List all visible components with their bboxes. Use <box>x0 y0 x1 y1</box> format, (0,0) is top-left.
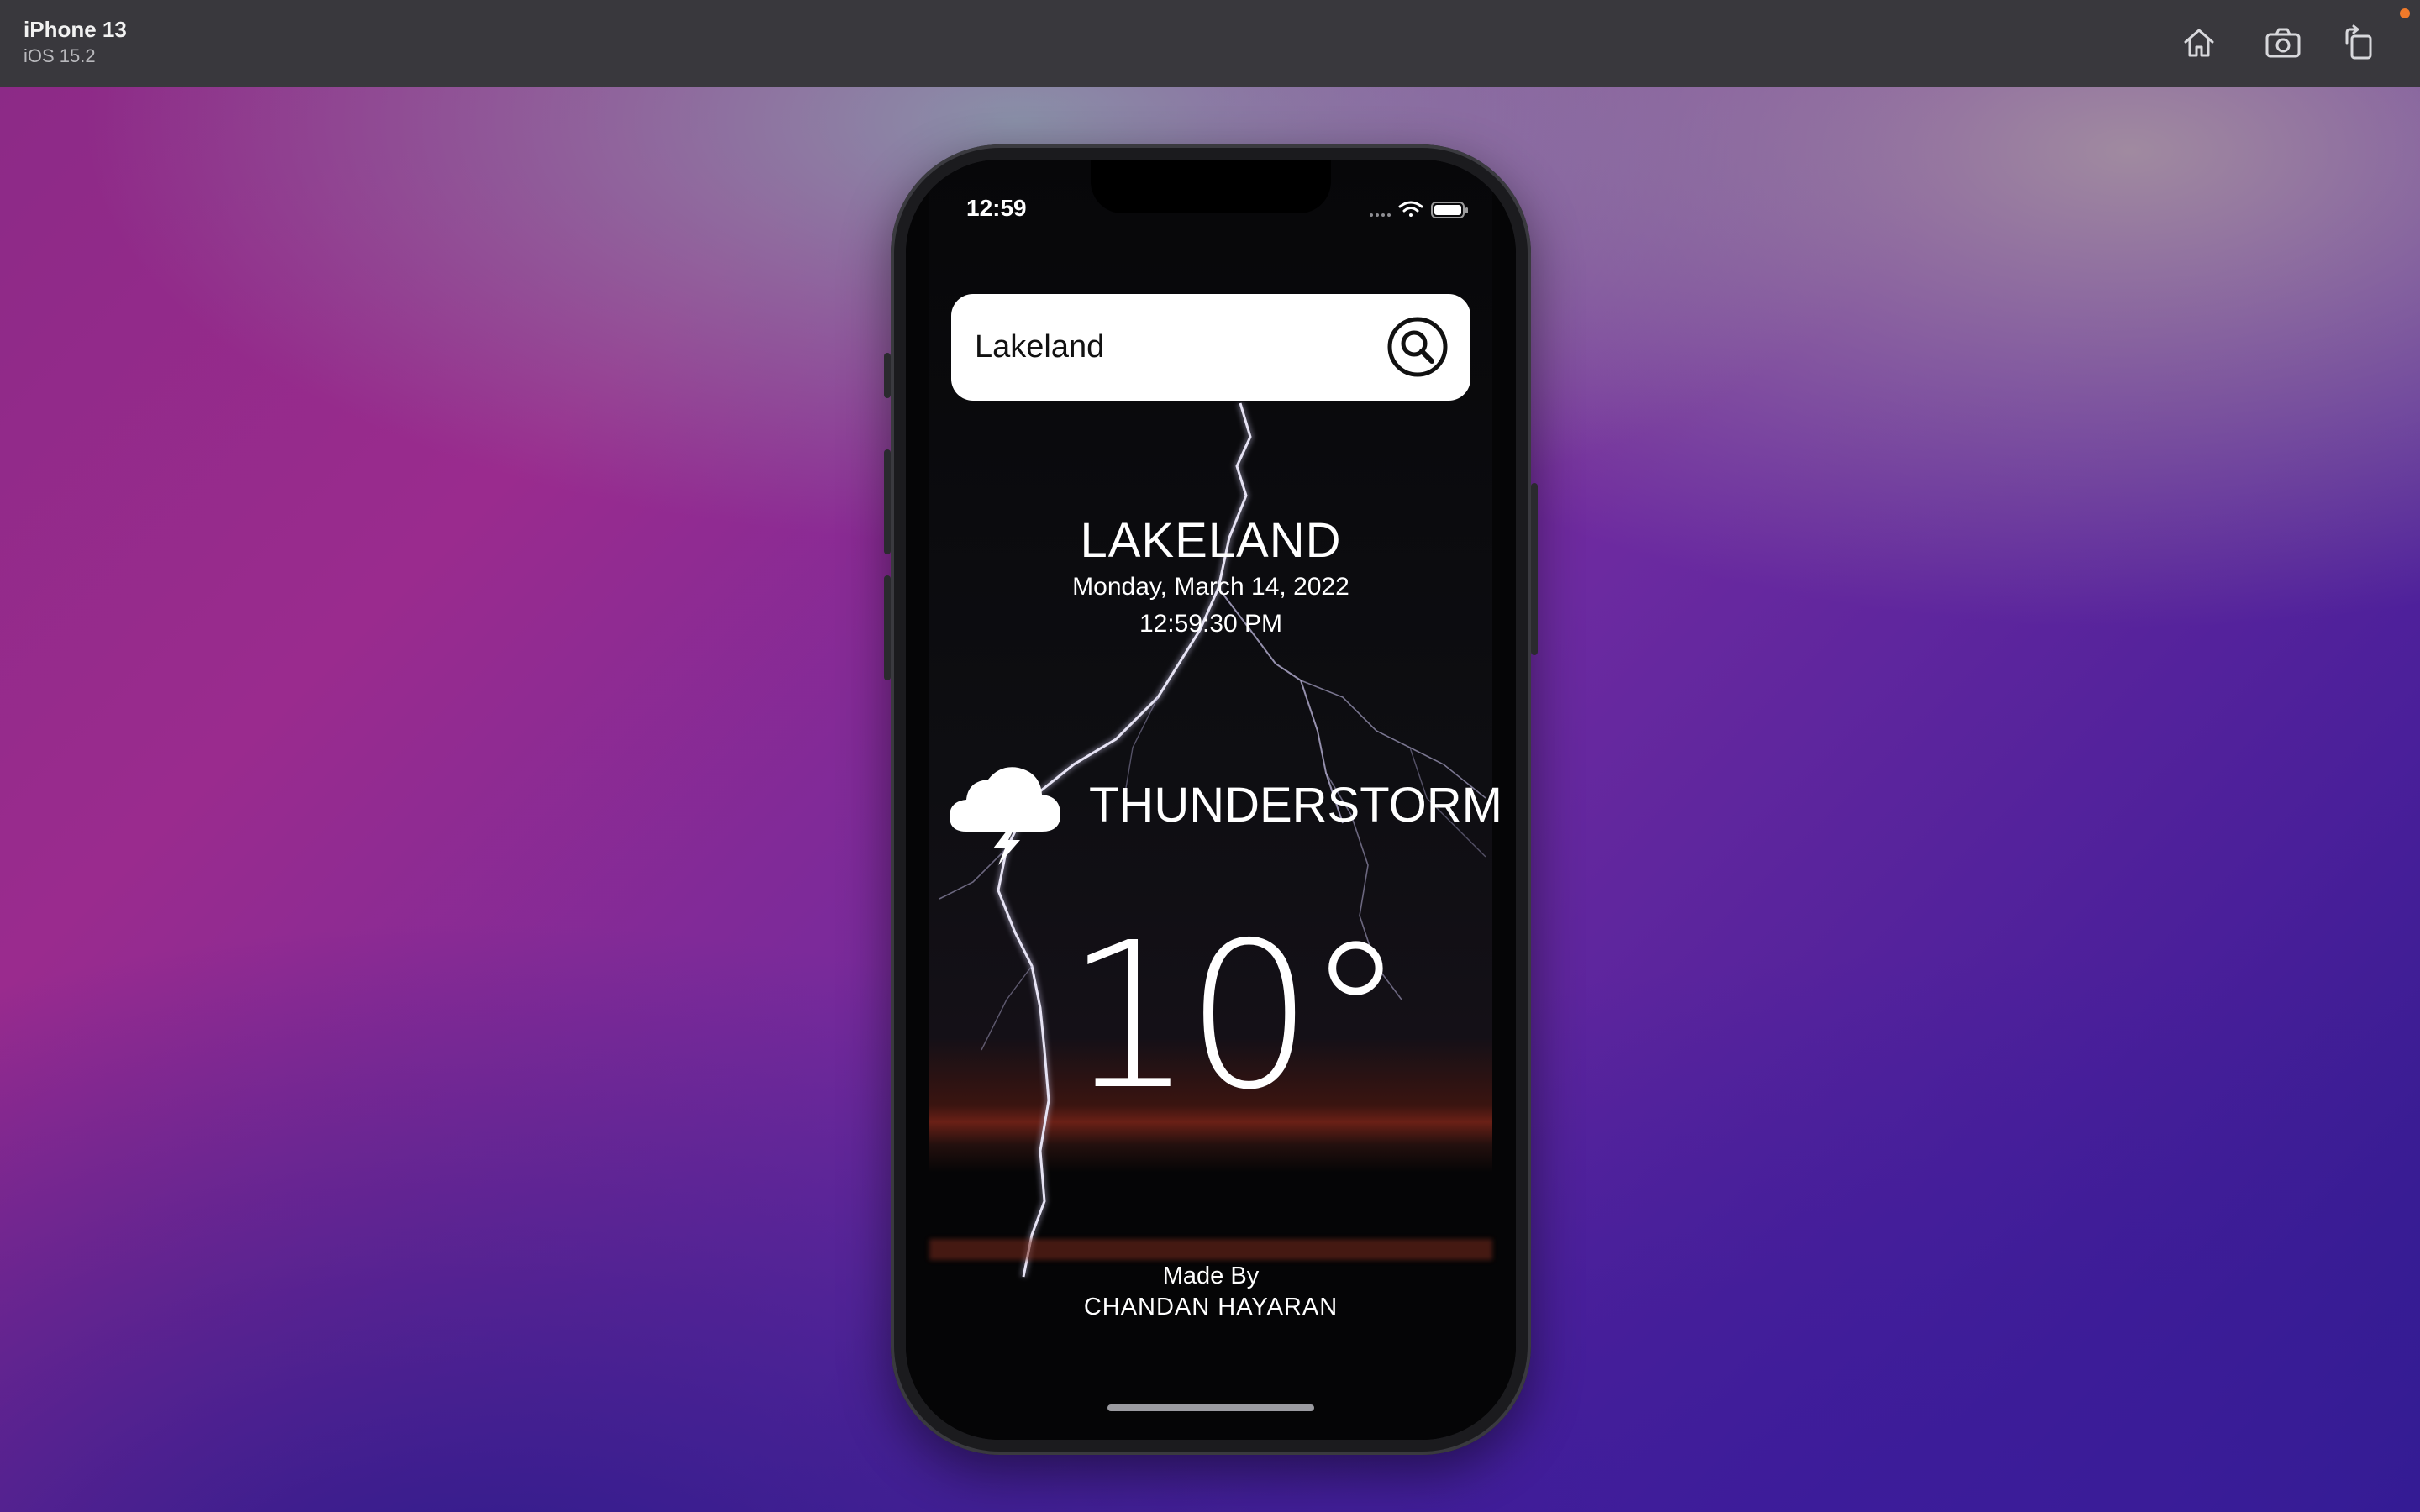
home-indicator[interactable] <box>1107 1404 1314 1411</box>
wifi-icon <box>1398 201 1423 217</box>
notification-dot <box>2400 8 2410 18</box>
author-name: CHANDAN HAYARAN <box>1083 1294 1339 1320</box>
power-button <box>1531 483 1538 655</box>
thunderstorm-icon <box>950 767 1060 865</box>
weather-condition: THUNDERSTORM <box>1089 778 1502 832</box>
status-time: 12:59 <box>966 195 1027 221</box>
home-button[interactable] <box>2176 20 2222 66</box>
current-time: 12:59:30 PM <box>1139 610 1283 638</box>
made-by-label: Made By <box>1162 1263 1260 1289</box>
os-version: iOS 15.2 <box>24 45 96 66</box>
screenshot-button[interactable] <box>2260 20 2306 66</box>
signal-dots-icon <box>1370 213 1391 217</box>
volume-down-button <box>884 575 891 680</box>
search-button[interactable] <box>1386 316 1449 378</box>
silent-switch <box>884 353 891 398</box>
search-icon <box>1387 317 1448 377</box>
current-date: Monday, March 14, 2022 <box>1072 573 1349 601</box>
simulator-toolbar: iPhone 13 iOS 15.2 <box>0 0 2420 87</box>
status-icons <box>1370 201 1468 218</box>
search-bar <box>951 294 1470 401</box>
camera-icon <box>2265 28 2301 58</box>
battery-icon <box>1431 202 1468 218</box>
rotate-button[interactable] <box>2336 20 2381 66</box>
volume-up-button <box>884 449 891 554</box>
temperature: 10° <box>1065 899 1406 1134</box>
rotate-icon <box>2345 24 2372 60</box>
home-icon <box>2184 29 2214 57</box>
notch <box>1091 160 1331 213</box>
search-input[interactable] <box>975 294 1378 401</box>
city-name: LAKELAND <box>1080 513 1342 568</box>
device-name: iPhone 13 <box>24 17 127 42</box>
phone-screen: 12:59 LAKELAND Monday, Mar <box>906 160 1516 1440</box>
